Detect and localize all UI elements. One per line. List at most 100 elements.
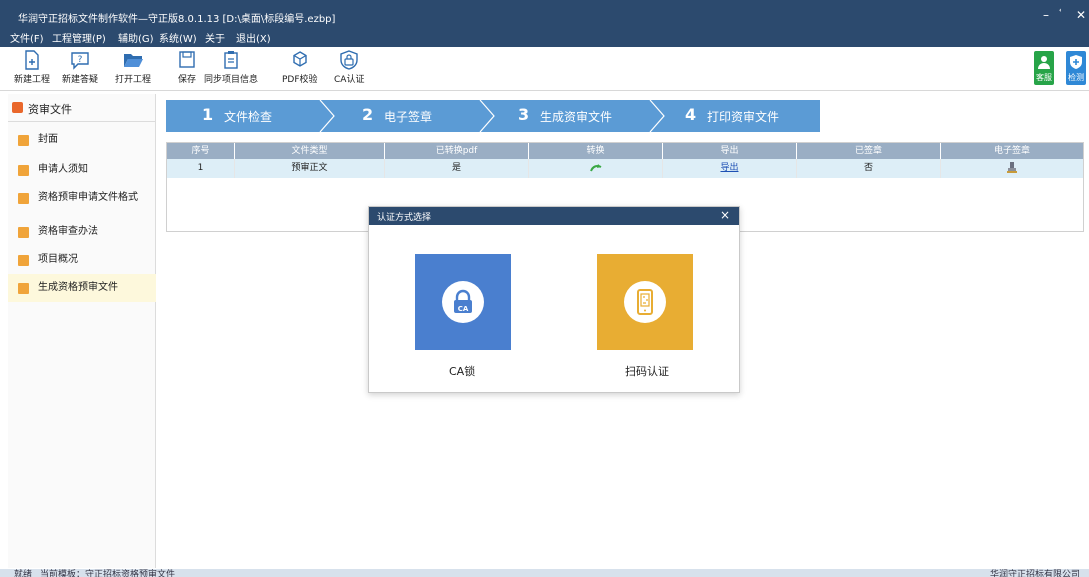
menu-exit[interactable]: 退出(X) xyxy=(236,33,271,46)
step-number: 3 xyxy=(518,105,530,124)
step-number: 2 xyxy=(362,105,374,124)
pdf-check-button[interactable]: PDF校验 xyxy=(282,50,318,85)
minimize-button[interactable]: – xyxy=(1043,8,1049,22)
sync-info-label: 同步项目信息 xyxy=(204,75,259,85)
chevron-right-icon xyxy=(319,100,335,132)
sync-info-button[interactable]: 同步项目信息 xyxy=(204,50,258,85)
qr-auth-option[interactable] xyxy=(597,254,693,350)
sidebar-item-project-overview[interactable]: 项目概况 xyxy=(8,252,156,270)
cube-icon xyxy=(293,51,307,67)
svg-text:?: ? xyxy=(78,55,83,65)
folder-open-icon xyxy=(124,54,143,67)
dialog-close-button[interactable]: × xyxy=(720,208,730,222)
detect-button[interactable]: 检测 xyxy=(1066,51,1086,85)
new-qa-button[interactable]: ? 新建答疑 xyxy=(62,50,98,85)
open-project-button[interactable]: 打开工程 xyxy=(115,50,151,85)
sidebar-item-review-method[interactable]: 资格审查办法 xyxy=(8,224,156,242)
sidebar-item-cover[interactable]: 封面 xyxy=(8,132,156,150)
status-bar: 就绪 当前模板：守正招标资格预审文件 华润守正招标有限公司 xyxy=(0,569,1089,577)
page-icon xyxy=(18,135,29,146)
ca-icon-text: CA xyxy=(457,305,469,313)
save-icon xyxy=(179,51,195,68)
step-label: 生成资审文件 xyxy=(540,110,613,124)
cell-converted: 是 xyxy=(385,159,529,178)
question-bubble-icon: ? xyxy=(71,52,89,70)
save-label: 保存 xyxy=(178,75,197,85)
ca-auth-label: CA认证 xyxy=(334,75,365,85)
status-company: 华润守正招标有限公司 xyxy=(990,570,1081,577)
sidebar-item-instructions[interactable]: 申请人须知 xyxy=(8,162,156,180)
col-header-export: 导出 xyxy=(663,143,797,159)
sidebar-item-application-format[interactable]: 资格预审申请文件格式 xyxy=(8,190,156,218)
cell-index: 1 xyxy=(167,159,235,178)
qr-auth-label: 扫码认证 xyxy=(625,365,669,378)
table-header: 序号 文件类型 已转换pdf 转换 导出 已签章 电子签章 xyxy=(167,143,1083,159)
step-label: 电子签章 xyxy=(384,110,433,124)
table-row: 1 预审正文 是 导出 否 xyxy=(167,159,1083,178)
page-icon xyxy=(18,193,29,204)
page-icon xyxy=(18,255,29,266)
page-icon xyxy=(18,283,29,294)
qr-phone-icon xyxy=(624,281,666,323)
convert-arrow-icon[interactable] xyxy=(589,163,603,173)
sidebar-item-label: 申请人须知 xyxy=(38,164,88,175)
step-label: 文件检查 xyxy=(224,110,273,124)
col-header-e-signature: 电子签章 xyxy=(993,146,1030,156)
new-file-icon xyxy=(25,50,39,70)
sidebar-item-label: 资格预审申请文件格式 xyxy=(38,192,138,203)
menu-assist[interactable]: 辅助(G) xyxy=(118,33,154,46)
user-icon xyxy=(1038,56,1050,69)
save-button[interactable]: 保存 xyxy=(178,50,196,85)
menu-file[interactable]: 文件(F) xyxy=(10,33,44,46)
sidebar-header: 资审文件 xyxy=(8,94,156,122)
toolbar: 新建工程 ? 新建答疑 打开工程 保存 同步项目信息 PDF校验 CA认证 客服… xyxy=(0,47,1089,91)
step-file-check[interactable]: 1 文件检查 xyxy=(202,100,332,132)
menu-project[interactable]: 工程管理(P) xyxy=(52,33,106,46)
step-signature[interactable]: 2 电子签章 xyxy=(362,100,492,132)
ca-auth-button[interactable]: CA认证 xyxy=(334,50,364,85)
padlock-shape xyxy=(454,289,472,313)
new-project-button[interactable]: 新建工程 xyxy=(14,50,50,85)
cell-export: 导出 xyxy=(663,159,797,178)
stamp-icon[interactable] xyxy=(1007,162,1017,174)
menu-about[interactable]: 关于 xyxy=(205,33,225,46)
title-bar: 华润守正招标文件制作软件—守正版8.0.1.13 [D:\桌面\标段编号.ezb… xyxy=(0,0,1089,33)
auth-method-dialog: 认证方式选择 × CA CA锁 扫码认证 xyxy=(368,206,740,393)
ca-lock-icon: CA xyxy=(442,281,484,323)
status-template: 当前模板：守正招标资格预审文件 xyxy=(40,570,176,577)
close-window-button[interactable]: ✕ xyxy=(1076,8,1086,22)
col-header-converted: 已转换pdf xyxy=(385,143,529,159)
step-number: 1 xyxy=(202,105,214,124)
menu-system[interactable]: 系统(W) xyxy=(159,33,197,46)
window-title: 华润守正招标文件制作软件—守正版8.0.1.13 [D:\桌面\标段编号.ezb… xyxy=(18,14,336,25)
sidebar: 资审文件 封面 申请人须知 资格预审申请文件格式 资格审查办法 项目概况 生成资… xyxy=(8,94,156,568)
ca-lock-option[interactable]: CA xyxy=(415,254,511,350)
cell-e-signature xyxy=(941,159,1083,178)
sidebar-item-generate[interactable]: 生成资格预审文件 xyxy=(8,274,156,302)
phone-qr-shape xyxy=(637,289,653,315)
cell-signed: 否 xyxy=(797,159,941,178)
sidebar-header-label: 资审文件 xyxy=(28,103,72,116)
page-icon xyxy=(18,227,29,238)
cell-convert xyxy=(529,159,663,178)
support-button[interactable]: 客服 xyxy=(1034,51,1054,85)
cell-type: 预审正文 xyxy=(235,159,385,178)
shield-lock-icon xyxy=(340,50,358,70)
document-icon xyxy=(12,102,23,113)
pdf-check-label: PDF校验 xyxy=(282,75,318,85)
sidebar-item-label: 项目概况 xyxy=(38,254,78,265)
col-header-convert: 转换 xyxy=(529,143,663,159)
support-label: 客服 xyxy=(1036,73,1052,82)
status-ready: 就绪 xyxy=(14,570,33,577)
col-header-type: 文件类型 xyxy=(235,143,385,159)
sidebar-item-label: 资格审查办法 xyxy=(38,226,98,237)
menu-bar: 文件(F) 工程管理(P) 辅助(G) 系统(W) 关于 退出(X) xyxy=(0,33,1089,47)
sidebar-item-label: 封面 xyxy=(38,134,58,145)
chevron-right-icon xyxy=(479,100,495,132)
new-project-label: 新建工程 xyxy=(14,75,51,85)
sidebar-item-label: 生成资格预审文件 xyxy=(38,282,118,293)
step-print[interactable]: 4 打印资审文件 xyxy=(685,100,815,132)
new-qa-label: 新建答疑 xyxy=(62,75,99,85)
export-link[interactable]: 导出 xyxy=(720,163,738,173)
ca-lock-label: CA锁 xyxy=(449,365,476,378)
